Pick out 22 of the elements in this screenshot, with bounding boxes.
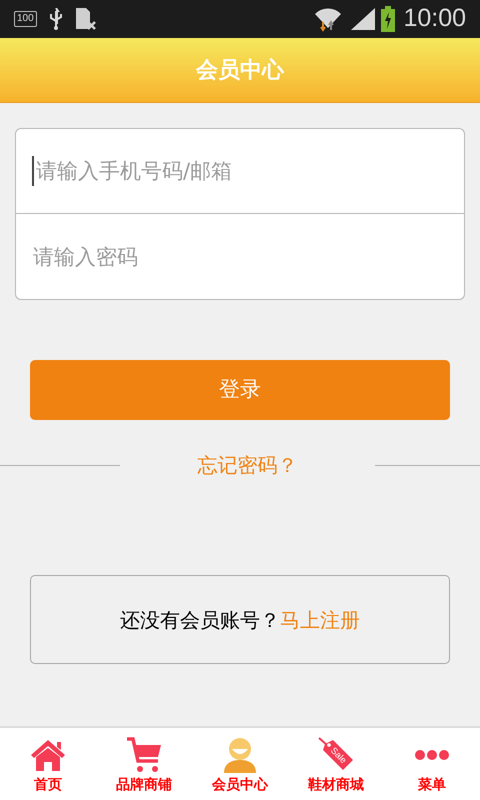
- page-title: 会员中心: [196, 56, 284, 84]
- battery-icon: [381, 6, 396, 32]
- nav-tab[interactable]: 会员中心: [192, 728, 288, 800]
- register-link[interactable]: 马上注册: [280, 604, 360, 634]
- more-icon: [414, 749, 450, 761]
- user-icon: [222, 737, 258, 773]
- clock: 10:00: [403, 3, 466, 34]
- forgot-password-link[interactable]: 忘记密码？: [120, 450, 375, 480]
- nav-tab[interactable]: 菜单: [384, 728, 480, 800]
- input-field[interactable]: 请输入手机号码/邮箱: [15, 128, 465, 214]
- nav-tab[interactable]: 首页: [0, 728, 96, 800]
- signal-icon: [351, 8, 376, 30]
- wifi-icon: [313, 6, 344, 32]
- nav-tab[interactable]: 品牌商铺: [96, 728, 192, 800]
- register-prompt: 还没有会员账号？: [120, 606, 280, 634]
- sim-card-icon: [74, 7, 97, 31]
- usb-icon: [48, 8, 63, 30]
- login-button[interactable]: 登录: [30, 360, 450, 420]
- shopping-cart-icon: [126, 737, 162, 773]
- home-icon: [29, 738, 67, 772]
- storage-icon: 100: [14, 11, 37, 27]
- input-field[interactable]: 请输入密码: [15, 214, 465, 300]
